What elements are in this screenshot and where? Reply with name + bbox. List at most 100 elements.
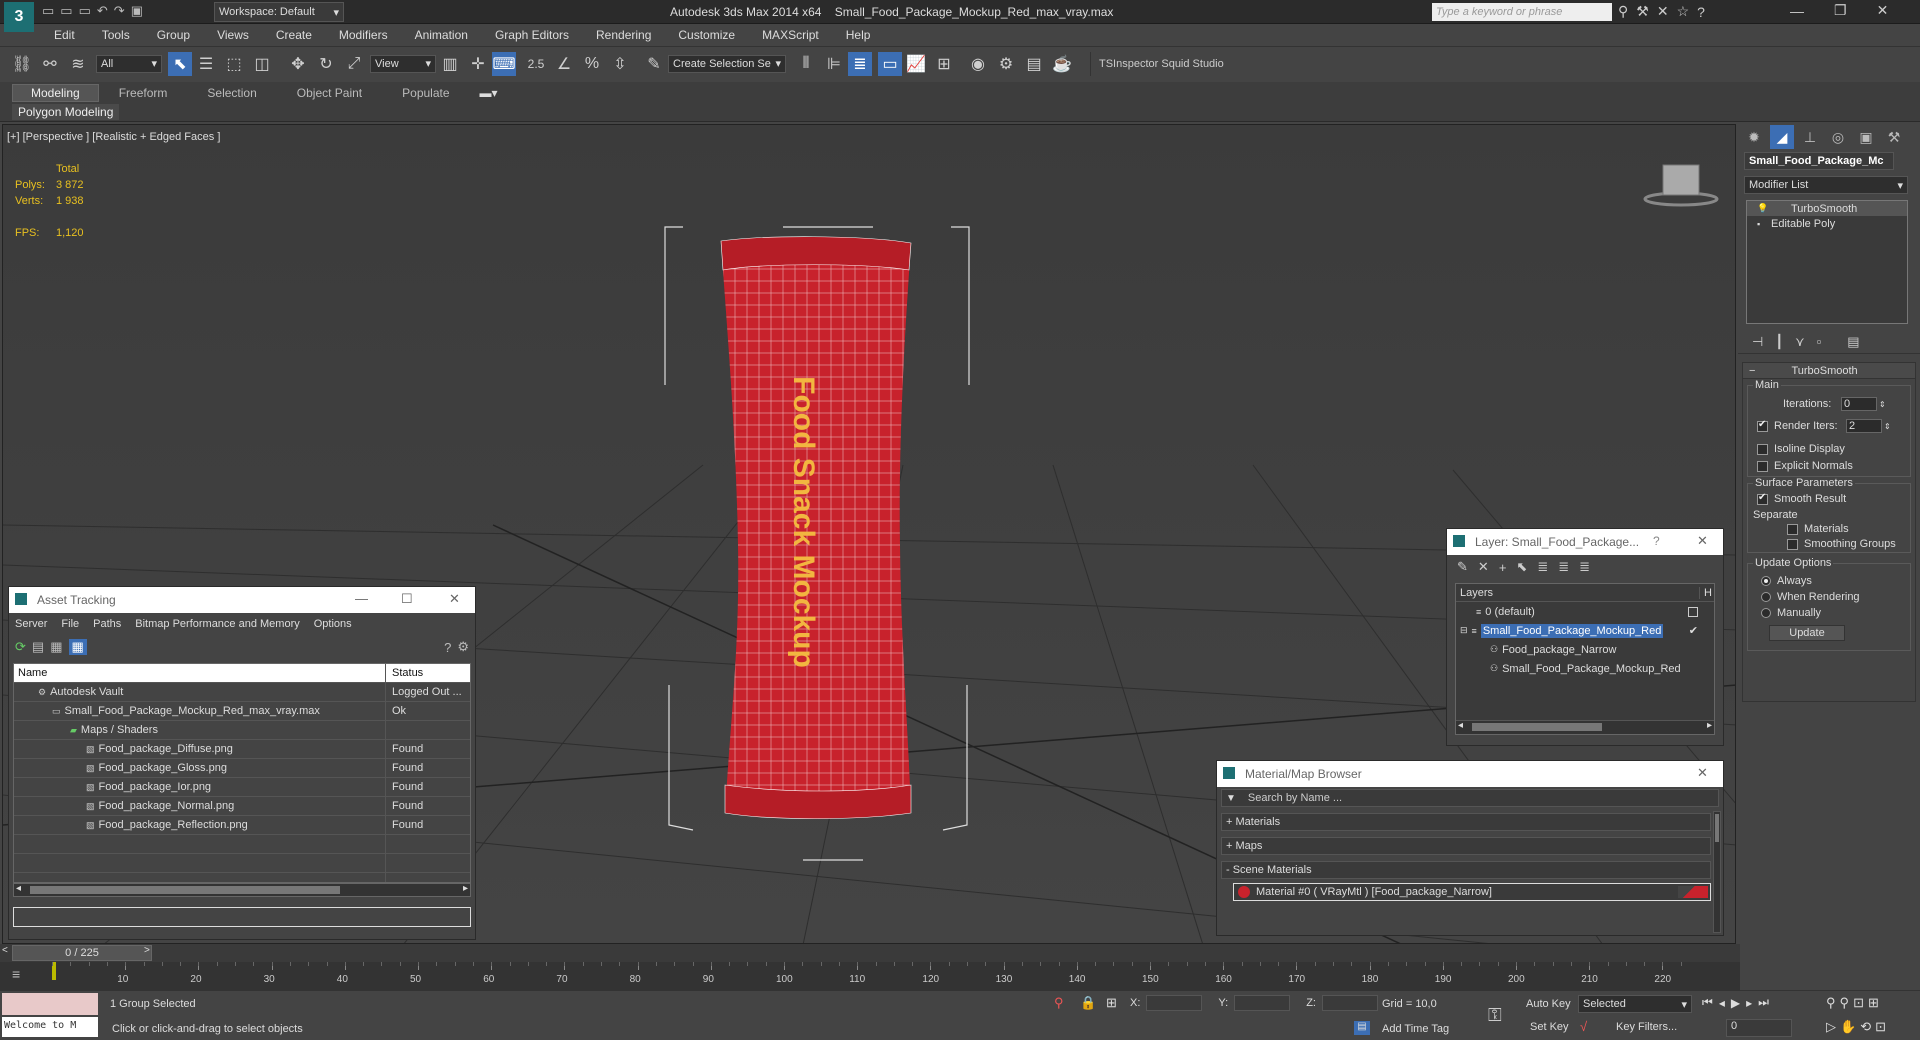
plugins-toolbar[interactable]: TSInspector Squid Studio v (1090, 51, 1230, 94)
asset-tracking-titlebar[interactable]: Asset Tracking — ☐ ✕ (9, 587, 475, 613)
minimize-icon[interactable]: — (1790, 3, 1804, 19)
layer-active-check-icon[interactable]: ✔ (1689, 624, 1698, 637)
zoom-icon[interactable]: ⚲ (1826, 995, 1836, 1011)
restore-icon[interactable]: ❐ (1834, 2, 1847, 19)
matbrowser-vscroll[interactable] (1713, 811, 1721, 933)
project-folder-icon[interactable]: ▣ (131, 3, 143, 19)
table-view-icon[interactable]: ▦ (68, 639, 87, 655)
materials-group[interactable]: + Materials (1221, 813, 1711, 831)
layer-row-default[interactable]: ≡ 0 (default) (1456, 602, 1714, 621)
viewport-label[interactable]: [+] [Perspective ] [Realistic + Edged Fa… (7, 131, 220, 143)
menu-group[interactable]: Group (157, 28, 190, 42)
close-icon[interactable]: ✕ (1877, 2, 1889, 19)
menu-maxscript[interactable]: MAXScript (762, 28, 819, 42)
render-production-icon[interactable]: ☕ (1048, 50, 1076, 78)
menu-customize[interactable]: Customize (678, 28, 735, 42)
absolute-mode-icon[interactable]: ⊞ (1106, 995, 1117, 1011)
explicit-normals-checkbox[interactable] (1757, 460, 1768, 472)
percent-snap-icon[interactable]: % (578, 50, 606, 78)
maps-group[interactable]: + Maps (1221, 837, 1711, 855)
menu-graph-editors[interactable]: Graph Editors (495, 28, 569, 42)
rotate-icon[interactable]: ↻ (312, 50, 340, 78)
select-objects-icon[interactable]: ⬉ (1516, 559, 1527, 575)
hide-all-icon[interactable]: ≣ (1558, 559, 1569, 575)
prev-key-icon[interactable]: ◂ (1719, 996, 1725, 1010)
object-row-narrow[interactable]: ⚇ Food_package_Narrow (1456, 640, 1714, 659)
time-slider[interactable]: 0 / 225 < > (0, 944, 1740, 962)
scene-materials-group[interactable]: - Scene Materials (1221, 861, 1711, 879)
menu-animation[interactable]: Animation (415, 28, 468, 42)
remove-modifier-icon[interactable]: ▫ (1817, 334, 1822, 349)
menu-edit[interactable]: Edit (54, 28, 75, 42)
make-unique-icon[interactable]: ⋎ (1795, 334, 1805, 350)
open-file-icon[interactable]: ▭ (60, 3, 72, 19)
app-logo-icon[interactable]: 3 (4, 2, 34, 32)
asset-maximize-icon[interactable]: ☐ (401, 591, 413, 607)
rect-selection-icon[interactable]: ⬚ (220, 50, 248, 78)
layer-help-icon[interactable]: ? (1653, 534, 1660, 548)
snaps-toggle-icon[interactable]: 2.5 (522, 50, 550, 78)
material-search-field[interactable]: Search by Name ... (1240, 792, 1342, 804)
z-coord-field[interactable] (1321, 995, 1378, 1011)
update-button[interactable]: Update (1769, 625, 1845, 641)
ribbon-polygon-modeling[interactable]: Polygon Modeling (12, 104, 120, 120)
tab-populate[interactable]: Populate (382, 85, 469, 101)
menu-help[interactable]: Help (846, 28, 871, 42)
zoom-extents-icon[interactable]: ⊡ (1853, 995, 1864, 1011)
scene-material-item[interactable]: Material #0 ( VRayMtl ) [Food_package_Na… (1233, 883, 1711, 901)
menu-views[interactable]: Views (217, 28, 249, 42)
col-name-header[interactable]: Name (14, 664, 386, 682)
next-key-icon[interactable]: ▸ (1746, 996, 1752, 1010)
mirror-icon[interactable]: ⫴ (792, 50, 820, 78)
angle-snap-icon[interactable]: ∠ (550, 50, 578, 78)
redo-icon[interactable]: ↷ (114, 3, 125, 19)
layer-current-box[interactable] (1688, 606, 1698, 617)
communication-icon[interactable]: ✕ (1657, 3, 1669, 20)
align-icon[interactable]: ⊫ (820, 50, 848, 78)
key-filters-button[interactable]: Key Filters... (1616, 1021, 1677, 1033)
col-status-header[interactable]: Status (386, 664, 470, 682)
list-view-icon[interactable]: ▤ (32, 639, 44, 655)
add-to-layer-icon[interactable]: + (1499, 560, 1507, 575)
maxscript-listener[interactable] (2, 993, 98, 1015)
stack-item-editable-poly[interactable]: ▪ Editable Poly (1747, 216, 1907, 231)
asset-row[interactable]: ▧ Food_package_Ior.png Found (14, 778, 470, 797)
maximize-viewport-icon[interactable]: ⊡ (1875, 1019, 1886, 1035)
time-slider-handle[interactable]: 0 / 225 (12, 945, 152, 961)
render-iters-spinner-arrows[interactable]: ⇕ (1884, 422, 1891, 431)
modifier-list-dropdown[interactable]: Modifier List ▾ (1744, 176, 1908, 194)
selection-lock-icon[interactable]: 🔒 (1080, 995, 1096, 1011)
binoculars-icon[interactable]: ⚲ (1618, 3, 1628, 20)
help-icon[interactable]: ? (1697, 4, 1705, 20)
maxscript-mini-listener[interactable]: Welcome to M (2, 1017, 98, 1037)
play-icon[interactable]: ▶ (1731, 996, 1740, 1010)
asset-minimize-icon[interactable]: — (355, 591, 368, 606)
selection-filter-dropdown[interactable]: All ▾ (96, 54, 162, 73)
auto-key-button[interactable]: Auto Key (1526, 998, 1571, 1010)
create-layer-icon[interactable]: ✎ (1457, 559, 1468, 575)
new-file-icon[interactable]: ▭ (42, 3, 54, 19)
modify-tab-icon[interactable]: ◢ (1770, 125, 1794, 149)
unlink-icon[interactable]: ⚯ (36, 50, 64, 78)
asset-row[interactable]: ⚙ Autodesk Vault Logged Out ... (14, 683, 470, 702)
favorites-icon[interactable]: ☆ (1677, 3, 1690, 20)
asset-menu-paths[interactable]: Paths (93, 618, 121, 630)
material-editor-icon[interactable]: ◉ (964, 50, 992, 78)
goto-end-icon[interactable]: ⏭ (1758, 995, 1769, 1010)
isolate-selection-icon[interactable]: ⚲ (1054, 995, 1064, 1011)
browser-options-icon[interactable]: ▼ (1222, 793, 1240, 804)
utilities-tab-icon[interactable]: ⚒ (1882, 125, 1906, 149)
asset-row[interactable]: ▧ Food_package_Reflection.png Found (14, 816, 470, 835)
edit-named-sel-icon[interactable]: ✎ (640, 50, 668, 78)
y-coord-field[interactable] (1234, 995, 1291, 1011)
prev-frame-icon[interactable]: < (2, 945, 8, 956)
menu-tools[interactable]: Tools (102, 28, 130, 42)
menu-create[interactable]: Create (276, 28, 312, 42)
freeze-all-icon[interactable]: ≣ (1579, 559, 1590, 575)
menu-modifiers[interactable]: Modifiers (339, 28, 388, 42)
hierarchy-tab-icon[interactable]: ⊥ (1798, 125, 1822, 149)
layers-column-header[interactable]: Layers (1460, 587, 1493, 599)
layer-row-mockup[interactable]: ⊟ ≡ Small_Food_Package_Mockup_Red ✔ (1456, 621, 1714, 640)
zoom-extents-all-icon[interactable]: ⊞ (1868, 995, 1879, 1011)
select-by-name-icon[interactable]: ☰ (192, 50, 220, 78)
